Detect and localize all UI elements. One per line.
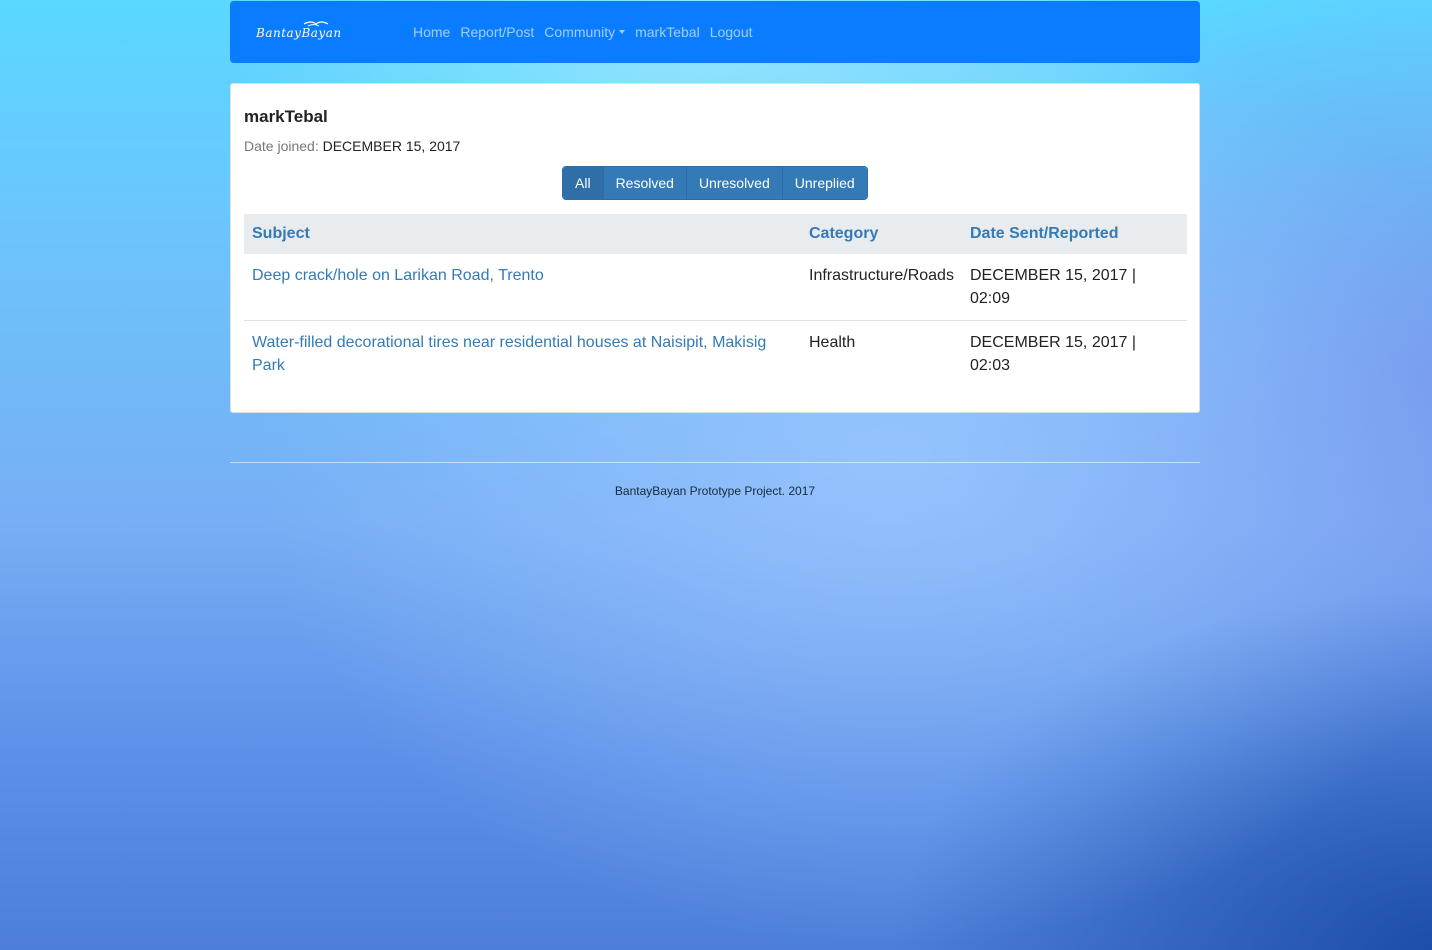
brand-logo[interactable]: BantayBayan [256, 18, 368, 46]
table-header-row: Subject Category Date Sent/Reported [244, 214, 1187, 254]
filter-unreplied-button[interactable]: Unreplied [782, 167, 867, 199]
filter-unresolved-button[interactable]: Unresolved [686, 167, 783, 199]
date-joined: Date joined: DECEMBER 15, 2017 [244, 138, 460, 154]
profile-username: markTebal [244, 107, 328, 126]
header-date[interactable]: Date Sent/Reported [962, 214, 1187, 254]
filter-button-group: All Resolved Unresolved Unreplied [562, 166, 868, 200]
row-subject-cell: Deep crack/hole on Larikan Road, Trento [244, 254, 801, 321]
table-row: Water-filled decorational tires near res… [244, 320, 1187, 387]
footer-divider [230, 462, 1200, 463]
date-joined-value: DECEMBER 15, 2017 [322, 138, 461, 154]
nav-report-post-label: Report/Post [460, 24, 535, 40]
nav-logout-label: Logout [709, 24, 753, 40]
nav-report-post[interactable]: Report/Post [460, 24, 534, 40]
nav-links: Home Report/Post Community markTebal Log… [413, 24, 763, 40]
nav-profile[interactable]: markTebal [635, 24, 700, 40]
report-subject-link[interactable]: Deep crack/hole on Larikan Road, Trento [252, 267, 544, 284]
nav-community-label: Community [544, 24, 616, 40]
nav-home[interactable]: Home [413, 24, 450, 40]
row-subject-cell: Water-filled decorational tires near res… [244, 320, 801, 387]
row-category: Infrastructure/Roads [809, 267, 954, 284]
row-date: DECEMBER 15, 2017 | 02:09 [970, 267, 1137, 307]
reports-table: Subject Category Date Sent/Reported Deep… [244, 214, 1187, 387]
filter-all-button[interactable]: All [563, 167, 604, 199]
nav-community-dropdown[interactable]: Community [544, 24, 626, 40]
brand-text: BantayBayan [256, 26, 342, 40]
top-navbar: BantayBayan Home Report/Post Community m… [230, 1, 1200, 63]
header-subject[interactable]: Subject [244, 214, 801, 254]
header-category[interactable]: Category [801, 214, 962, 254]
caret-down-icon [619, 30, 626, 34]
filter-resolved-button[interactable]: Resolved [603, 167, 687, 199]
profile-card: markTebal Date joined: DECEMBER 15, 2017… [230, 83, 1200, 413]
table-row: Deep crack/hole on Larikan Road, Trento … [244, 254, 1187, 321]
nav-logout[interactable]: Logout [710, 24, 753, 40]
nav-home-label: Home [413, 24, 451, 40]
footer-text: BantayBayan Prototype Project. 2017 [614, 484, 816, 498]
report-subject-link[interactable]: Water-filled decorational tires near res… [252, 334, 766, 374]
row-category: Health [801, 320, 962, 387]
row-date: DECEMBER 15, 2017 | 02:03 [962, 320, 1187, 387]
date-joined-label: Date joined: [244, 138, 319, 154]
nav-profile-label: markTebal [635, 24, 700, 40]
